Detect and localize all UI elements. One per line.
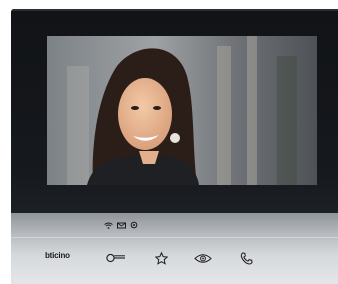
device-top-edge xyxy=(11,9,338,11)
panel-divider xyxy=(11,237,338,238)
door-key-button[interactable] xyxy=(105,249,127,267)
camera-view-button[interactable] xyxy=(192,249,214,267)
star-icon xyxy=(154,251,168,265)
video-intercom-monitor: bticino xyxy=(11,9,338,284)
video-screen xyxy=(47,36,317,185)
answer-call-button[interactable] xyxy=(235,249,257,267)
message-icon xyxy=(117,222,126,228)
eye-icon xyxy=(194,253,212,263)
phone-icon xyxy=(240,251,253,265)
key-icon xyxy=(106,253,125,263)
status-icon-group xyxy=(104,221,138,229)
wifi-icon xyxy=(104,222,113,229)
video-feed-image xyxy=(47,36,317,185)
favorites-button[interactable] xyxy=(150,249,172,267)
control-panel xyxy=(11,213,338,284)
brand-logo: bticino xyxy=(45,251,70,260)
settings-icon xyxy=(130,221,138,229)
